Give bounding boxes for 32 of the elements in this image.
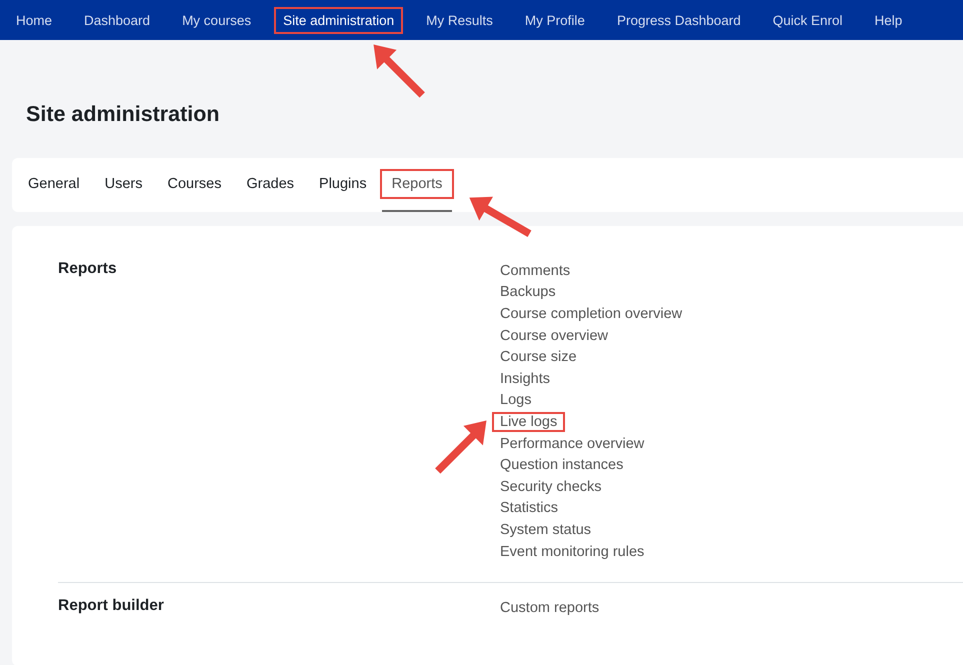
section-heading: Report builder: [58, 597, 165, 616]
report-link[interactable]: Custom reports: [492, 598, 608, 618]
report-link[interactable]: Statistics: [492, 498, 566, 518]
nav-link[interactable]: My Profile: [516, 6, 594, 34]
nav-link[interactable]: Home: [7, 6, 62, 34]
report-link[interactable]: Live logs: [492, 412, 566, 432]
nav-link[interactable]: Help: [866, 6, 912, 34]
section-heading: Reports: [58, 260, 118, 279]
tab[interactable]: Courses: [157, 158, 232, 212]
report-link[interactable]: Course size: [492, 347, 585, 368]
report-link[interactable]: Insights: [492, 368, 558, 389]
nav-link[interactable]: My courses: [173, 6, 260, 34]
page-title: Site administration: [26, 102, 221, 128]
report-link[interactable]: Security checks: [492, 476, 610, 497]
report-link[interactable]: Question instances: [492, 455, 632, 476]
report-link[interactable]: Comments: [492, 260, 578, 281]
nav-link[interactable]: Dashboard: [75, 6, 160, 34]
report-link[interactable]: System status: [492, 520, 600, 540]
report-link[interactable]: Performance overview: [492, 434, 652, 454]
report-link[interactable]: Event monitoring rules: [492, 542, 652, 562]
tab[interactable]: Grades: [236, 158, 304, 212]
report-link[interactable]: Course overview: [492, 326, 616, 346]
report-link[interactable]: Logs: [492, 390, 540, 410]
report-link[interactable]: Course completion overview: [492, 304, 690, 324]
tab[interactable]: Plugins: [309, 158, 377, 212]
tab[interactable]: General: [18, 158, 90, 212]
nav-link[interactable]: Progress Dashboard: [608, 6, 750, 34]
nav-link[interactable]: Site administration: [274, 6, 404, 34]
tab[interactable]: Users: [94, 158, 152, 212]
nav-link[interactable]: Quick Enrol: [764, 6, 852, 34]
nav-link[interactable]: My Results: [417, 6, 502, 34]
report-link[interactable]: Backups: [492, 282, 564, 302]
